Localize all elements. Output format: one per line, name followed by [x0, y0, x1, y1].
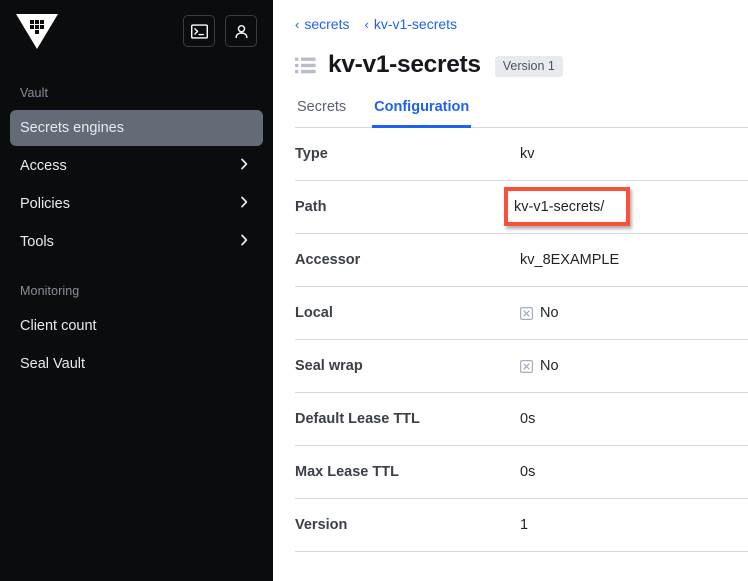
- sidebar: Vault Secrets engines Access Policies: [0, 0, 273, 581]
- sidebar-item-tools[interactable]: Tools: [10, 224, 263, 260]
- sidebar-item-secrets-engines[interactable]: Secrets engines: [10, 110, 263, 146]
- sidebar-item-seal-vault[interactable]: Seal Vault: [10, 346, 263, 382]
- sidebar-item-label: Client count: [20, 318, 97, 334]
- sidebar-item-label: Tools: [20, 234, 54, 250]
- row-value: kv-v1-secrets/: [504, 187, 630, 226]
- table-row: Path kv-v1-secrets/: [295, 181, 748, 234]
- breadcrumb-item-secrets[interactable]: ‹ secrets: [295, 16, 349, 32]
- version-badge: Version 1: [495, 56, 563, 78]
- configuration-table: Type kv Path kv-v1-secrets/ Accessor kv_…: [295, 128, 748, 552]
- row-label: Max Lease TTL: [295, 464, 520, 480]
- breadcrumb-item-kv-v1-secrets[interactable]: ‹ kv-v1-secrets: [364, 16, 457, 32]
- chevron-right-icon: [237, 233, 251, 251]
- chevron-left-icon: ‹: [364, 18, 368, 31]
- row-value: 0s: [520, 411, 535, 427]
- sidebar-nav-monitoring: Client count Seal Vault: [0, 308, 273, 382]
- path-highlight: kv-v1-secrets/: [504, 187, 630, 226]
- list-icon: [295, 57, 316, 74]
- sidebar-item-policies[interactable]: Policies: [10, 186, 263, 222]
- app-root: Vault Secrets engines Access Policies: [0, 0, 748, 581]
- page-header: kv-v1-secrets Version 1: [295, 51, 748, 79]
- table-row: Local No: [295, 287, 748, 340]
- breadcrumb-label: kv-v1-secrets: [374, 16, 457, 32]
- tab-bar: Secrets Configuration: [295, 99, 748, 128]
- chevron-left-icon: ‹: [295, 18, 299, 31]
- row-value: kv_8EXAMPLE: [520, 252, 619, 268]
- row-label: Path: [295, 199, 520, 215]
- sidebar-item-label: Policies: [20, 196, 70, 212]
- user-menu-button[interactable]: [225, 15, 257, 47]
- table-row: Version 1: [295, 499, 748, 552]
- row-label: Version: [295, 517, 520, 533]
- x-square-icon: [520, 307, 533, 320]
- sidebar-section-label-vault: Vault: [0, 86, 273, 100]
- tab-configuration[interactable]: Configuration: [372, 99, 471, 128]
- table-row: Default Lease TTL 0s: [295, 393, 748, 446]
- sidebar-item-label: Secrets engines: [20, 120, 124, 136]
- table-row: Accessor kv_8EXAMPLE: [295, 234, 748, 287]
- chevron-right-icon: [237, 195, 251, 213]
- sidebar-header-actions: [183, 15, 257, 47]
- user-icon: [232, 22, 251, 41]
- sidebar-header: [0, 0, 273, 62]
- x-square-icon: [520, 360, 533, 373]
- row-label: Type: [295, 146, 520, 162]
- table-row: Max Lease TTL 0s: [295, 446, 748, 499]
- row-value-group: No: [520, 358, 559, 374]
- table-row: Type kv: [295, 128, 748, 181]
- sidebar-nav-vault: Secrets engines Access Policies: [0, 110, 273, 260]
- page-title: kv-v1-secrets: [328, 51, 481, 79]
- vault-logo[interactable]: [14, 11, 60, 51]
- row-value: No: [540, 358, 559, 374]
- row-value: No: [540, 305, 559, 321]
- table-row: Seal wrap No: [295, 340, 748, 393]
- row-value: 0s: [520, 464, 535, 480]
- sidebar-item-label: Seal Vault: [20, 356, 85, 372]
- terminal-icon: [190, 22, 209, 41]
- sidebar-section-label-monitoring: Monitoring: [0, 284, 273, 298]
- row-label: Seal wrap: [295, 358, 520, 374]
- breadcrumb-label: secrets: [304, 16, 349, 32]
- breadcrumb: ‹ secrets ‹ kv-v1-secrets: [295, 0, 748, 32]
- row-label: Default Lease TTL: [295, 411, 520, 427]
- sidebar-item-client-count[interactable]: Client count: [10, 308, 263, 344]
- row-value-group: No: [520, 305, 559, 321]
- sidebar-item-label: Access: [20, 158, 67, 174]
- main-content: ‹ secrets ‹ kv-v1-secrets kv-v1-s: [273, 0, 748, 581]
- sidebar-item-access[interactable]: Access: [10, 148, 263, 184]
- chevron-right-icon: [237, 157, 251, 175]
- row-value: kv: [520, 146, 535, 162]
- row-label: Local: [295, 305, 520, 321]
- row-label: Accessor: [295, 252, 520, 268]
- row-value: 1: [520, 517, 528, 533]
- tab-secrets[interactable]: Secrets: [295, 99, 348, 128]
- console-toggle-button[interactable]: [183, 15, 215, 47]
